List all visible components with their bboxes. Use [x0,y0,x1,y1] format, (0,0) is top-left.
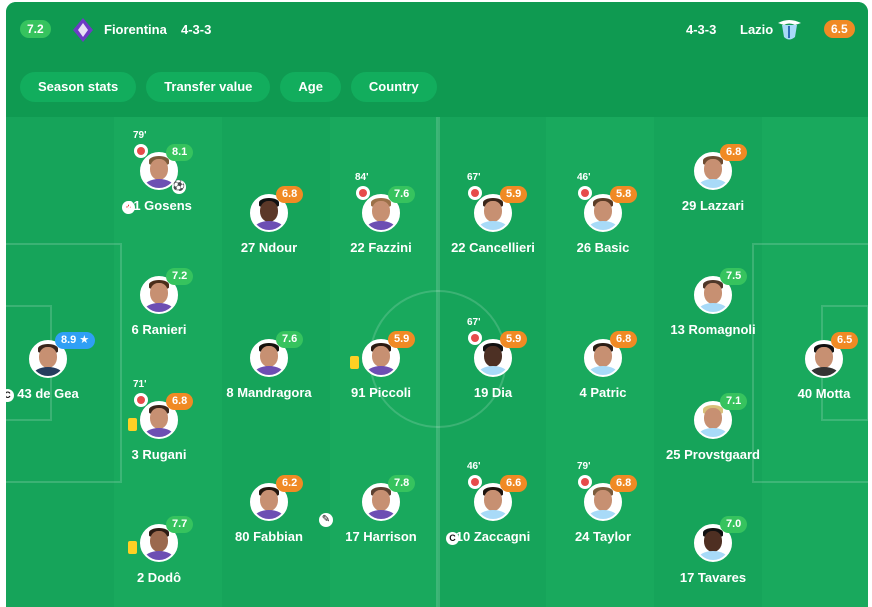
goal-icon: ⚽ [172,180,186,194]
home-team-name: Fiorentina [104,22,167,37]
player-rating: 5.9 [388,331,416,348]
player-rating: 7.7 [166,516,194,533]
player-rating: 6.8 [166,393,194,410]
player-rating: 7.6 [388,186,416,203]
player-rating: 8.1 [166,144,194,161]
tab-age[interactable]: Age [280,72,341,102]
player-rating: 6.8 [610,331,638,348]
player-card[interactable]: 7.0 17 Tavares [653,516,773,594]
player-name: 25 Provstgaard [666,447,760,462]
away-formation: 4-3-3 [686,22,717,37]
player-rating: 5.8 [610,186,638,203]
football-pitch: 8.9 ★ C 43 de Gea 79' 8.1 ⚽ + 21 Gosens … [6,117,868,607]
yellow-card-icon [350,356,359,369]
tab-season-stats[interactable]: Season stats [20,72,137,102]
player-name: 17 Tavares [679,570,747,585]
player-rating: 6.2 [276,475,304,492]
player-name: 43 de Gea [17,386,79,401]
player-rating: 7.6 [276,331,304,348]
lineup-card: 7.2 Fiorentina 4-3-3 4-3-3 Lazio 6.5 Sea… [6,2,868,607]
player-rating: 7.0 [720,516,748,533]
lineup-header: 7.2 Fiorentina 4-3-3 4-3-3 Lazio 6.5 Sea… [6,2,868,117]
player-rating: 6.5 [831,332,859,349]
player-rating: 6.8 [610,475,638,492]
player-rating: 7.5 [720,268,748,285]
stats-tabs: Season stats Transfer value Age Country [20,72,437,102]
away-team-rating: 6.5 [824,20,855,38]
player-card[interactable]: 7.5 13 Romagnoli [653,268,773,346]
player-card[interactable]: 6.8 29 Lazzari [653,144,773,222]
player-name: 29 Lazzari [681,198,745,213]
player-rating: 6.8 [720,144,748,161]
substitution-time: 67' [467,317,481,328]
player-rating: 7.2 [166,268,194,285]
away-team-name: Lazio [740,22,774,37]
player-card[interactable]: 6.8 4 Patric [543,331,663,409]
player-card[interactable]: 79' 8.1 ⚽ + 21 Gosens [99,130,219,222]
player-card[interactable]: 6.5 40 Motta [764,332,868,410]
player-card[interactable]: 79' 6.8 24 Taylor [543,461,663,553]
substitution-time: 71' [133,379,147,390]
player-rating: 7.8 [388,475,416,492]
substitution-time: 46' [467,461,481,472]
player-name: 3 Rugani [131,447,187,462]
player-name: 40 Motta [797,386,851,401]
player-rating: 5.9 [500,331,528,348]
player-rating: 5.9 [500,186,528,203]
player-card[interactable]: 8.9 ★ C 43 de Gea [6,332,108,410]
home-team-rating: 7.2 [20,20,51,38]
player-name: 4 Patric [579,385,627,400]
player-rating: 7.1 [720,393,748,410]
tab-country[interactable]: Country [350,72,437,102]
player-name: 13 Romagnoli [670,322,756,337]
yellow-card-icon [128,541,137,554]
player-name: 2 Dodô [136,570,182,585]
home-formation: 4-3-3 [181,22,212,37]
player-rating: 6.6 [500,475,528,492]
tab-transfer-value[interactable]: Transfer value [146,72,271,102]
substitution-time: 84' [355,172,369,183]
player-card[interactable]: 71' 6.8 3 Rugani [99,379,219,471]
player-name: 6 Ranieri [131,322,187,337]
fiorentina-crest-icon [73,18,93,42]
assist-icon: ✎ [319,513,333,527]
player-card[interactable]: 7.2 6 Ranieri [99,268,219,346]
player-name: 26 Basic [576,240,630,255]
substitution-time: 67' [467,172,481,183]
player-rating: 6.8 [276,186,304,203]
lazio-crest-icon [778,20,801,40]
player-card[interactable]: 7.1 25 Provstgaard [653,393,773,471]
substitution-time: 79' [133,130,147,141]
yellow-card-icon [128,418,137,431]
substitution-time: 46' [577,172,591,183]
substitution-time: 79' [577,461,591,472]
